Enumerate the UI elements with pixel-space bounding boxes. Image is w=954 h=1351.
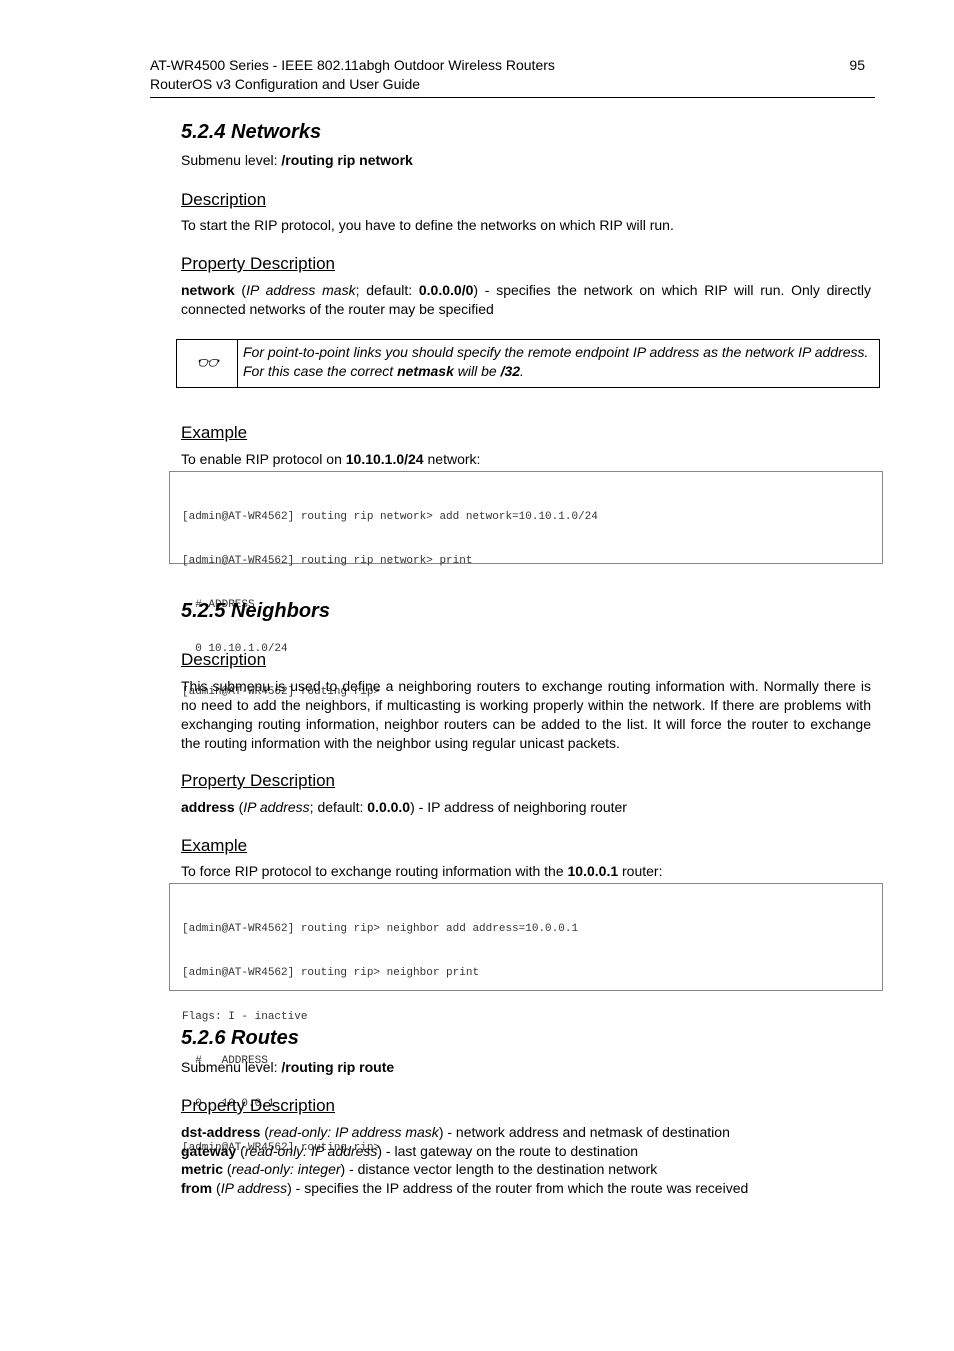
property-type: read-only: IP address mask <box>268 1124 439 1140</box>
header-subtitle: RouterOS v3 Configuration and User Guide <box>150 76 421 92</box>
property-type: read-only: integer <box>231 1161 341 1177</box>
example-intro: To enable RIP protocol on 10.10.1.0/24 n… <box>181 450 480 469</box>
property-type: IP address <box>243 799 310 815</box>
property-name: gateway <box>181 1142 237 1159</box>
property-text: ) - distance vector length to the destin… <box>340 1161 658 1177</box>
property-name: network <box>181 282 235 298</box>
property-list: dst-address (read-only: IP address mask)… <box>181 1123 748 1197</box>
example-intro: To force RIP protocol to exchange routin… <box>181 862 662 881</box>
page-number: 95 <box>849 57 865 73</box>
property-default: 0.0.0.0 <box>367 799 411 815</box>
property-type: read-only: IP address <box>244 1142 378 1159</box>
property-description-heading: Property Description <box>181 1096 336 1115</box>
section-title-routes: 5.2.6 Routes <box>181 1027 299 1049</box>
default-label: ; default: <box>355 282 419 298</box>
example-post: router: <box>618 863 663 879</box>
property-text: ) - specifies the IP address of the rout… <box>287 1179 749 1196</box>
property-address: address (IP address; default: 0.0.0.0) -… <box>181 799 627 815</box>
example-pre: To force RIP protocol to exchange routin… <box>181 863 568 879</box>
section-title-networks: 5.2.4 Networks <box>181 121 322 143</box>
property-type: IP address <box>220 1179 288 1196</box>
glasses-icon: 👓︎ <box>177 340 238 387</box>
submenu-level: Submenu level: /routing rip route <box>181 1058 394 1077</box>
code-line: 0 10.10.1.0/24 <box>182 642 288 655</box>
example-pre: To enable RIP protocol on <box>181 451 346 467</box>
property-name: from <box>181 1179 213 1196</box>
example-heading: Example <box>181 423 248 442</box>
note-text: For point-to-point links you should spec… <box>238 340 879 387</box>
property-type: IP address mask <box>246 282 356 298</box>
example-heading: Example <box>181 836 248 855</box>
property-item: dst-address (read-only: IP address mask)… <box>181 1124 730 1140</box>
header-title: AT-WR4500 Series - IEEE 802.11abgh Outdo… <box>150 57 555 73</box>
property-text: ) - network address and netmask of desti… <box>438 1124 730 1140</box>
example-address: 10.0.0.1 <box>567 863 619 879</box>
code-block-neighbors: [admin@AT-WR4562] routing rip> neighbor … <box>169 883 883 1154</box>
property-item: from (IP address) - specifies the IP add… <box>181 1179 749 1196</box>
default-label: ; default: <box>309 799 368 815</box>
section-title-neighbors: 5.2.5 Neighbors <box>181 600 330 622</box>
property-item: gateway (read-only: IP address) - last g… <box>181 1142 639 1159</box>
description-heading: Description <box>181 190 267 209</box>
description-heading: Description <box>181 650 267 669</box>
example-network: 10.10.1.0/24 <box>345 451 424 467</box>
note-mask: /32 <box>500 363 521 379</box>
code-line: [admin@AT-WR4562] routing rip> neighbor … <box>182 923 579 936</box>
property-description-heading: Property Description <box>181 254 336 273</box>
submenu-label: Submenu level: <box>181 152 282 168</box>
note-netmask: netmask <box>397 363 454 379</box>
property-default: 0.0.0.0/0 <box>418 282 474 298</box>
code-line: Flags: I - inactive <box>182 1010 308 1023</box>
note-box: 👓︎ For point-to-point links you should s… <box>176 339 880 388</box>
code-line: [admin@AT-WR4562] routing rip network> p… <box>182 554 473 567</box>
property-network: network (IP address mask; default: 0.0.0… <box>181 282 871 317</box>
property-text: ) - last gateway on the route to destina… <box>377 1142 639 1159</box>
page-header: AT-WR4500 Series - IEEE 802.11abgh Outdo… <box>150 56 875 98</box>
code-line: [admin@AT-WR4562] routing rip> neighbor … <box>182 966 480 979</box>
code-block-networks: [admin@AT-WR4562] routing rip network> a… <box>169 471 883 698</box>
description-text: To start the RIP protocol, you have to d… <box>181 217 674 233</box>
code-line: [admin@AT-WR4562] routing rip network> a… <box>182 511 598 524</box>
submenu-label: Submenu level: <box>181 1059 282 1075</box>
property-name: metric <box>181 1161 224 1177</box>
property-text: ) - IP address of neighboring router <box>410 799 627 815</box>
note-pre: For point-to-point links you should spec… <box>243 344 869 379</box>
description-text: This submenu is used to define a neighbo… <box>181 678 871 751</box>
submenu-value: /routing rip network <box>281 152 413 168</box>
property-item: metric (read-only: integer) - distance v… <box>181 1161 658 1177</box>
note-mid: will be <box>453 363 501 379</box>
property-description-heading: Property Description <box>181 771 336 790</box>
property-name: address <box>181 799 235 815</box>
note-post: . <box>520 363 524 379</box>
submenu-level: Submenu level: /routing rip network <box>181 151 413 170</box>
submenu-value: /routing rip route <box>281 1059 395 1075</box>
example-post: network: <box>423 451 481 467</box>
property-name: dst-address <box>181 1124 261 1140</box>
